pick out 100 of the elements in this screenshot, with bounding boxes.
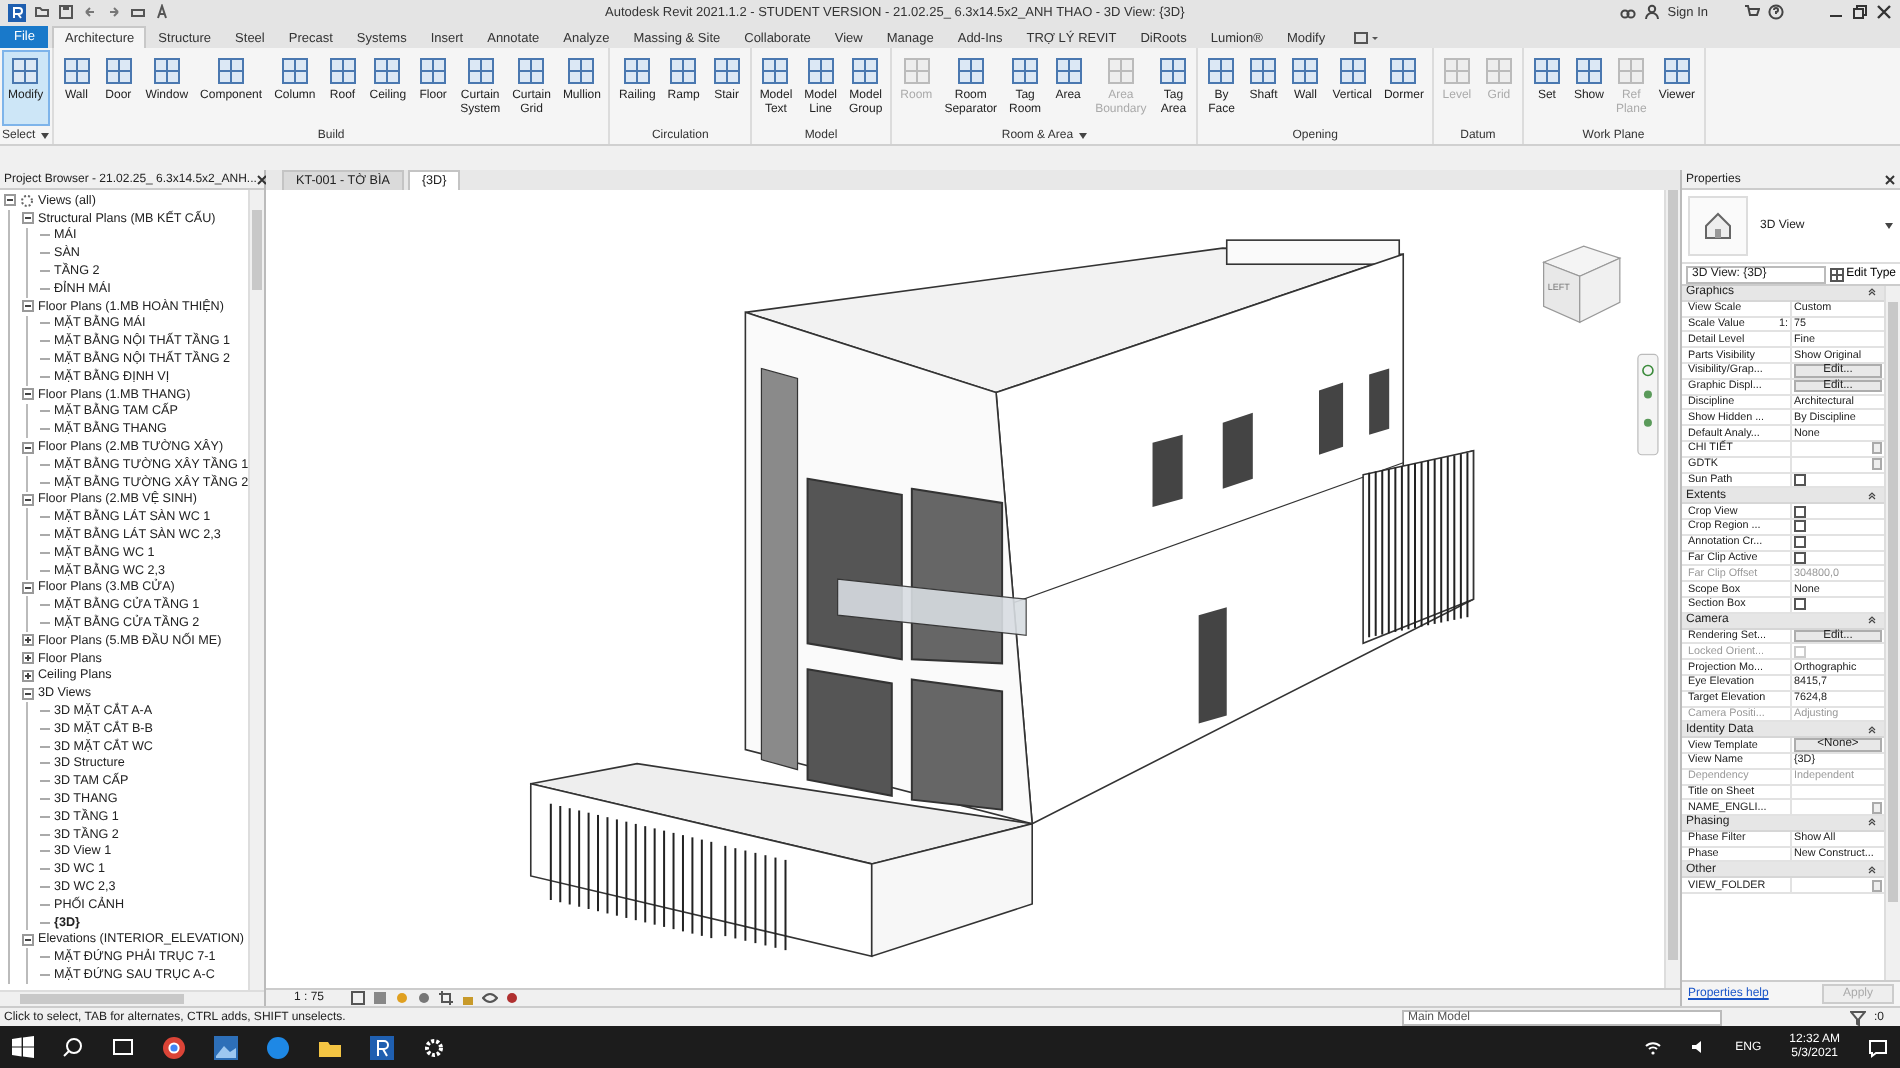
- collapse-toggle-icon[interactable]: [4, 194, 16, 207]
- tool-icon: [327, 56, 358, 86]
- close-icon[interactable]: [256, 173, 269, 185]
- reveal-icon[interactable]: [504, 989, 521, 1006]
- tool-icon: [1010, 56, 1041, 86]
- tool-icon: [805, 56, 836, 86]
- binoculars-icon[interactable]: [1619, 4, 1636, 20]
- tool-icon: [1337, 56, 1368, 86]
- collapse-toggle-icon[interactable]: [22, 441, 34, 454]
- help-icon[interactable]: [1768, 4, 1784, 20]
- property-checkbox[interactable]: [1794, 520, 1806, 533]
- tool-icon: [151, 56, 182, 86]
- collapse-icon[interactable]: [1868, 725, 1876, 734]
- caret-icon[interactable]: [1077, 131, 1088, 139]
- tool-icon: [516, 56, 547, 86]
- expand-toggle-icon[interactable]: [22, 652, 34, 665]
- tool-icon: [711, 56, 742, 86]
- visual-style-icon[interactable]: [372, 989, 389, 1006]
- tool-icon: [760, 56, 791, 86]
- tool-icon: [622, 56, 653, 86]
- tool-icon: [61, 56, 92, 86]
- collapse-toggle-icon[interactable]: [22, 493, 34, 506]
- tool-icon: [1441, 56, 1472, 86]
- shadow-icon[interactable]: [416, 989, 433, 1006]
- scrollbar[interactable]: [1884, 286, 1900, 980]
- scrollbar[interactable]: [0, 990, 264, 1006]
- caret-icon[interactable]: [39, 131, 50, 139]
- restore-icon[interactable]: [1852, 4, 1868, 20]
- collapse-toggle-icon[interactable]: [22, 933, 34, 946]
- navigation-bar[interactable]: [1637, 354, 1659, 457]
- wifi-icon[interactable]: [1643, 1038, 1662, 1056]
- cart-icon[interactable]: [1744, 4, 1760, 20]
- close-icon[interactable]: [1876, 4, 1892, 20]
- app-logo-icon[interactable]: [370, 1035, 394, 1059]
- photos-icon[interactable]: [214, 1035, 238, 1059]
- tool-icon: [1661, 56, 1692, 86]
- crop-icon[interactable]: [438, 989, 455, 1006]
- tool-icon: [1483, 56, 1514, 86]
- tool-icon: [1248, 56, 1279, 86]
- redo-icon[interactable]: [106, 4, 122, 20]
- tool-icon: [465, 56, 496, 86]
- property-checkbox[interactable]: [1794, 536, 1806, 549]
- notification-icon[interactable]: [1868, 1037, 1888, 1057]
- tool-icon: [372, 56, 403, 86]
- collapse-toggle-icon[interactable]: [22, 300, 34, 313]
- tool-icon: [103, 56, 134, 86]
- app-logo-icon[interactable]: [8, 3, 26, 21]
- expand-toggle-icon[interactable]: [22, 634, 34, 647]
- tool-icon: [1053, 56, 1084, 86]
- tool-icon: [10, 56, 41, 86]
- filter-icon[interactable]: [1849, 1009, 1866, 1025]
- property-checkbox[interactable]: [1794, 598, 1806, 611]
- user-icon[interactable]: [1643, 4, 1660, 20]
- hide-icon[interactable]: [482, 989, 499, 1006]
- tool-icon: [1158, 56, 1189, 86]
- tool-icon: [566, 56, 597, 86]
- collapse-toggle-icon[interactable]: [22, 212, 34, 225]
- tool-icon: [668, 56, 699, 86]
- collapse-toggle-icon[interactable]: [22, 581, 34, 594]
- scrollbar[interactable]: [248, 190, 264, 990]
- collapse-toggle-icon[interactable]: [22, 687, 34, 700]
- tool-icon: [1206, 56, 1237, 86]
- tool-icon: [1573, 56, 1604, 86]
- save-icon[interactable]: [58, 4, 74, 20]
- collapse-icon[interactable]: [1868, 491, 1876, 500]
- close-icon[interactable]: [1884, 173, 1896, 185]
- scrollbar[interactable]: [1664, 190, 1680, 987]
- tool-icon: [850, 56, 881, 86]
- edit-type-icon: [1830, 267, 1845, 281]
- tool-icon: [1531, 56, 1562, 86]
- tool-icon: [418, 56, 449, 86]
- tool-icon: [1105, 56, 1136, 86]
- task-view-icon[interactable]: [112, 1036, 134, 1058]
- tool-icon: [1616, 56, 1647, 86]
- collapse-icon[interactable]: [1868, 865, 1876, 874]
- search-icon[interactable]: [62, 1036, 84, 1058]
- tool-icon: [279, 56, 310, 86]
- property-checkbox[interactable]: [1794, 505, 1806, 518]
- tool-icon: [901, 56, 932, 86]
- settings-icon[interactable]: [422, 1035, 446, 1059]
- view-cube[interactable]: [1542, 246, 1622, 325]
- views-icon: [20, 193, 34, 208]
- collapse-icon[interactable]: [1868, 288, 1876, 297]
- expand-toggle-icon[interactable]: [22, 669, 34, 682]
- tool-icon: [1290, 56, 1321, 86]
- tool-icon: [955, 56, 986, 86]
- collapse-toggle-icon[interactable]: [22, 388, 34, 401]
- house-icon: [1700, 208, 1736, 244]
- text-icon[interactable]: [154, 4, 170, 20]
- tool-icon: [1388, 56, 1419, 86]
- panel-toggle-icon[interactable]: [1353, 30, 1378, 46]
- tool-icon: [216, 56, 247, 86]
- windows-start-icon[interactable]: [12, 1036, 34, 1058]
- caret-icon[interactable]: [1884, 222, 1894, 230]
- undo-icon[interactable]: [82, 4, 98, 20]
- collapse-icon[interactable]: [1868, 616, 1876, 625]
- detail-level-icon[interactable]: [350, 989, 367, 1006]
- open-icon[interactable]: [34, 4, 50, 20]
- browser-icon[interactable]: [162, 1035, 186, 1059]
- collapse-icon[interactable]: [1868, 818, 1876, 827]
